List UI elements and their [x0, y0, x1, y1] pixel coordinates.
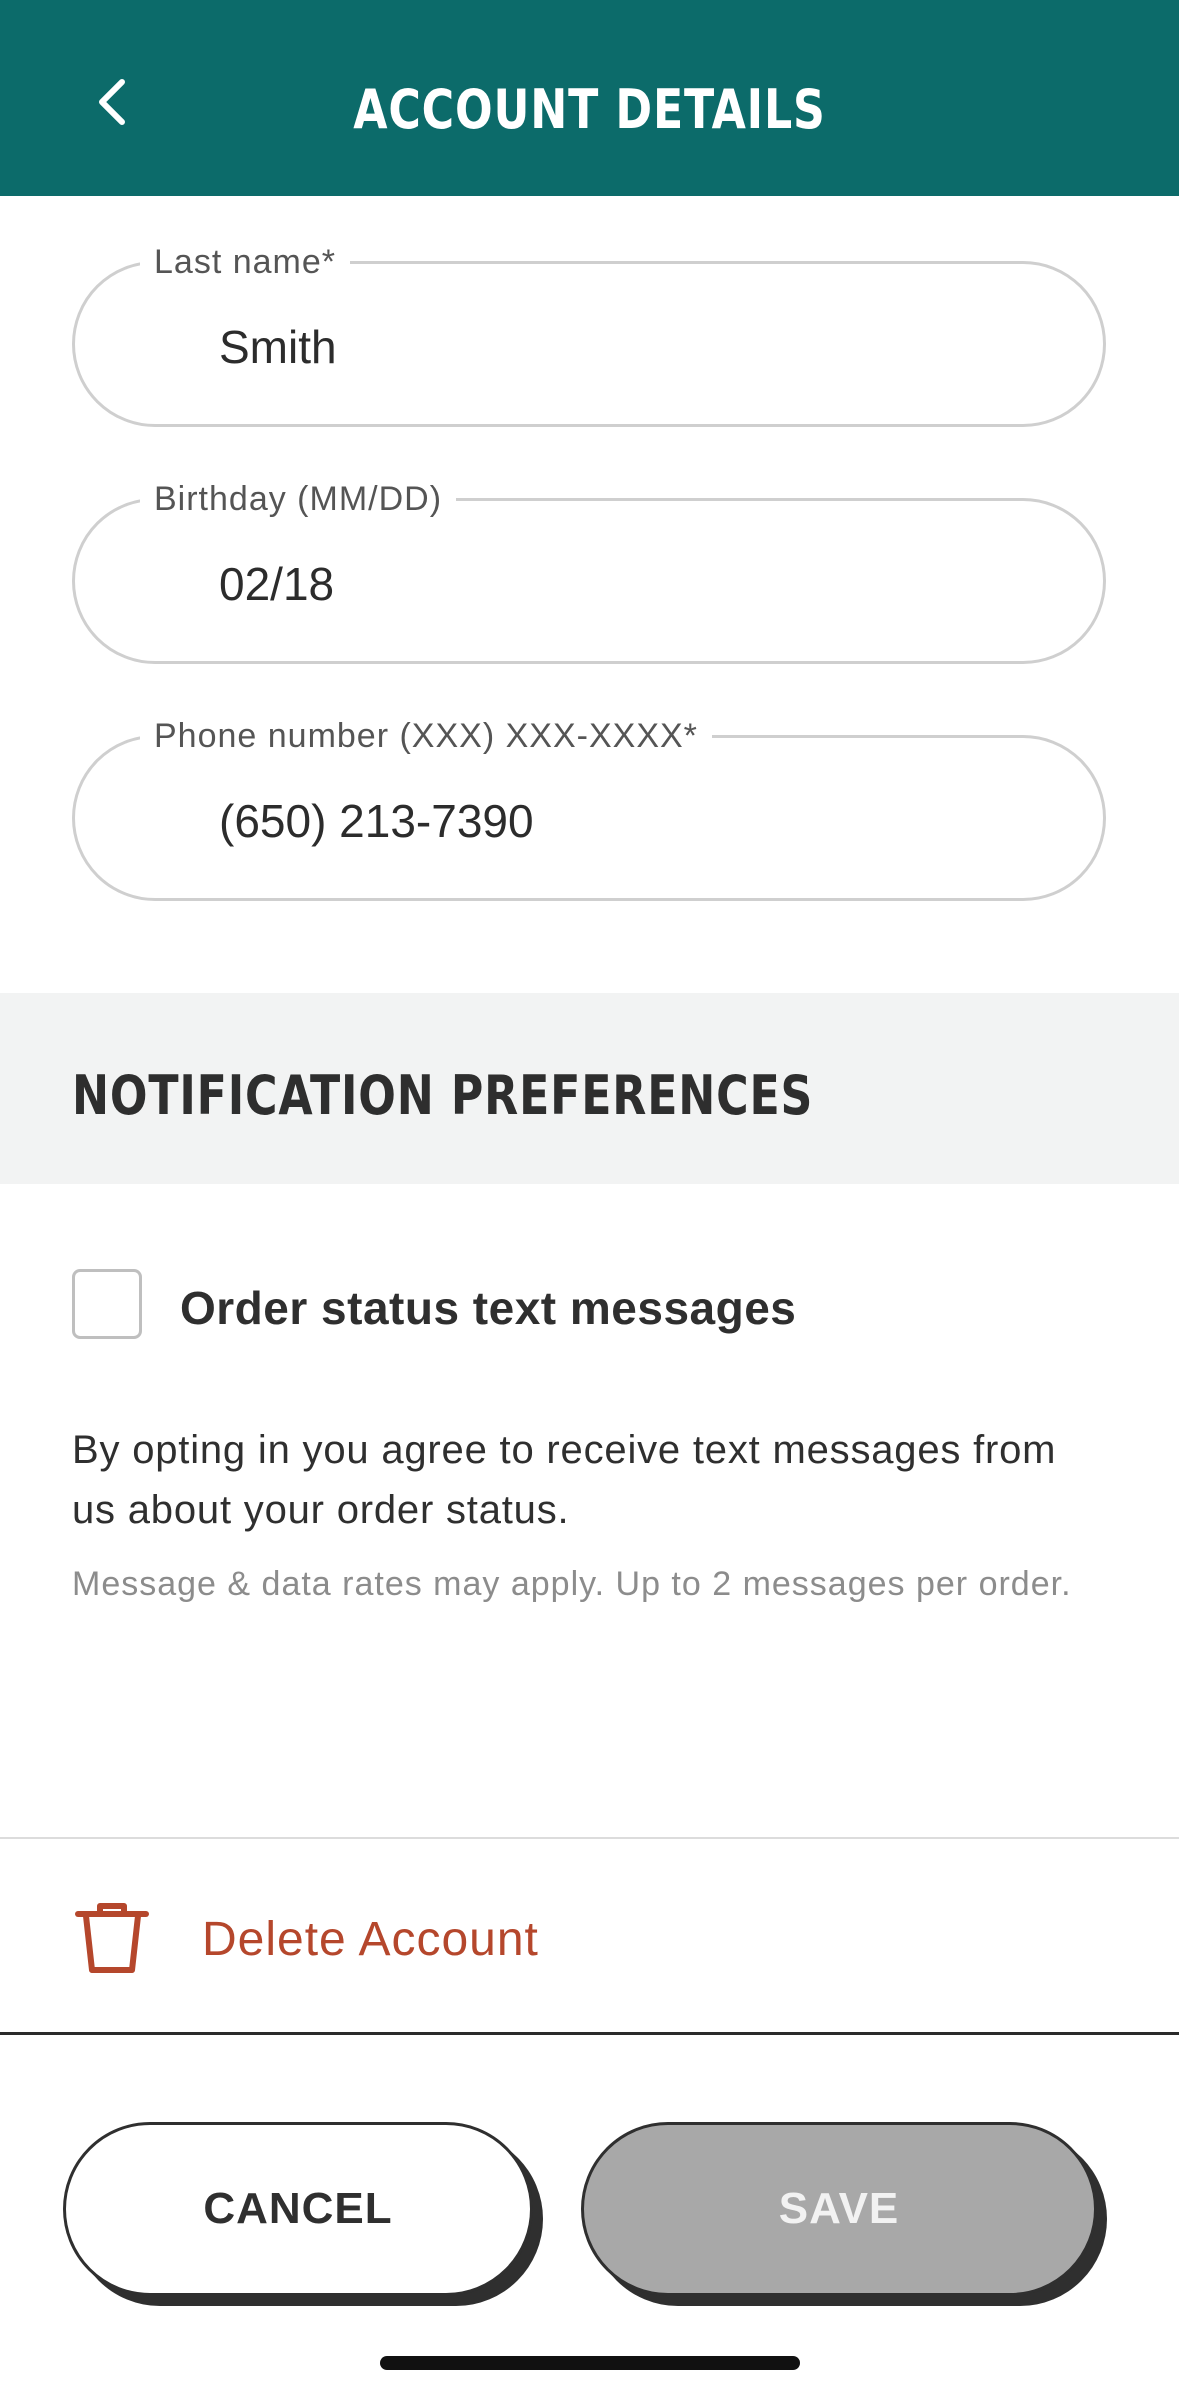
- phone-input[interactable]: [219, 794, 1119, 848]
- order-status-label[interactable]: Order status text messages: [180, 1281, 796, 1335]
- last-name-field[interactable]: [72, 261, 1119, 427]
- last-name-label: Last name*: [140, 242, 350, 282]
- footer-divider: [0, 2032, 1179, 2035]
- cancel-button[interactable]: CANCEL: [63, 2122, 533, 2296]
- rates-fine-print: Message & data rates may apply. Up to 2 …: [72, 1565, 1072, 1603]
- page-title: ACCOUNT DETAILS: [353, 78, 826, 141]
- birthday-input[interactable]: [219, 557, 1119, 611]
- divider: [0, 1837, 1179, 1839]
- phone-label: Phone number (XXX) XXX-XXXX*: [140, 716, 712, 756]
- last-name-input[interactable]: [219, 320, 1119, 374]
- birthday-label: Birthday (MM/DD): [140, 479, 457, 519]
- birthday-field[interactable]: [72, 498, 1119, 664]
- header-bar: ACCOUNT DETAILS: [0, 0, 1179, 196]
- save-button-wrap: SAVE: [581, 2122, 1107, 2306]
- save-button[interactable]: SAVE: [581, 2122, 1097, 2296]
- delete-account-button[interactable]: Delete Account: [0, 1840, 1179, 2030]
- cancel-button-wrap: CANCEL: [63, 2122, 543, 2306]
- phone-field[interactable]: [72, 735, 1119, 901]
- home-indicator: [380, 2356, 800, 2370]
- notification-preferences-title: NOTIFICATION PREFERENCES: [72, 1064, 814, 1127]
- order-status-checkbox[interactable]: [72, 1269, 142, 1339]
- opt-in-description: By opting in you agree to receive text m…: [72, 1428, 1057, 1532]
- delete-account-label: Delete Account: [202, 1913, 539, 1966]
- trash-icon: [75, 1903, 149, 1973]
